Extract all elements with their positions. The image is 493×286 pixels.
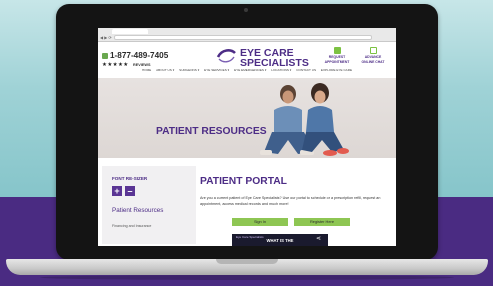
intro-paragraph: Are you a current patient of Eye Care Sp…	[200, 196, 381, 206]
page-title: PATIENT PORTAL	[200, 176, 287, 187]
sidebar-heading[interactable]: Patient Resources	[112, 207, 163, 214]
nav-item-locations[interactable]: LOCATIONS ▾	[271, 68, 291, 72]
browser-nav-icons[interactable]: ◀ ▶ ⟳	[100, 35, 112, 40]
sidebar: FONT RE-SIZER + – Patient Resources Fina…	[102, 166, 196, 244]
nav-item-about[interactable]: ABOUT US ▾	[156, 68, 174, 72]
request-label-line1: REQUEST	[328, 55, 346, 59]
chat-label-line2: ONLINE CHAT	[361, 60, 385, 64]
laptop-notch	[216, 259, 278, 264]
online-chat-button[interactable]: ADVANCE ONLINE CHAT	[356, 47, 390, 64]
font-decrease-button[interactable]: –	[125, 186, 135, 196]
logo-eye-icon	[216, 49, 236, 63]
register-button[interactable]: Register Here	[294, 218, 350, 226]
main-nav: HOME ABOUT US ▾ SURGEONS ▾ EYE SERVICES …	[98, 67, 396, 73]
nav-item-surgeons[interactable]: SURGEONS ▾	[179, 68, 199, 72]
laptop-shadow	[40, 275, 454, 280]
browser-toolbar: ◀ ▶ ⟳	[98, 28, 396, 42]
phone-text: 1-877-489-7405	[110, 51, 169, 60]
address-bar[interactable]	[114, 35, 372, 40]
sidebar-link-financing[interactable]: Financing and Insurance	[112, 224, 151, 228]
nav-item-explore[interactable]: EXPLORE EYE CARE	[321, 68, 352, 72]
font-increase-button[interactable]: +	[112, 186, 122, 196]
hero-title: PATIENT RESOURCES	[156, 126, 267, 137]
chat-label-line1: ADVANCE	[364, 55, 382, 59]
nav-item-contact[interactable]: CONTACT US	[296, 68, 316, 72]
video-player[interactable]: Eye Care Specialists WHAT IS THE ⋖	[232, 234, 328, 246]
edit-icon	[369, 47, 377, 54]
share-icon[interactable]: ⋖	[316, 235, 321, 242]
phone-icon	[102, 52, 108, 59]
request-appointment-button[interactable]: REQUEST APPOINTMENT	[320, 47, 354, 64]
sign-in-button[interactable]: Sign In	[232, 218, 288, 226]
request-label-line2: APPOINTMENT	[324, 60, 350, 64]
webcam	[244, 8, 248, 12]
font-resizer-label: FONT RE-SIZER	[112, 176, 148, 181]
nav-item-eye-services[interactable]: EYE SERVICES ▾	[204, 68, 229, 72]
nav-item-emergencies[interactable]: EYE EMERGENCIES ▾	[234, 68, 266, 72]
laptop-screen: ◀ ▶ ⟳ 1-877-489-7405 ★★★★★ REVIEWS EYE C…	[98, 28, 396, 246]
browser-tab[interactable]	[112, 29, 148, 34]
nav-item-home[interactable]: HOME	[142, 68, 151, 72]
hero-banner: PATIENT RESOURCES	[98, 78, 396, 158]
hero-couple-photo	[260, 83, 349, 156]
laptop-base	[6, 259, 488, 275]
video-title: WHAT IS THE	[266, 238, 294, 243]
phone-number[interactable]: 1-877-489-7405	[102, 51, 168, 60]
calendar-icon	[333, 47, 341, 54]
